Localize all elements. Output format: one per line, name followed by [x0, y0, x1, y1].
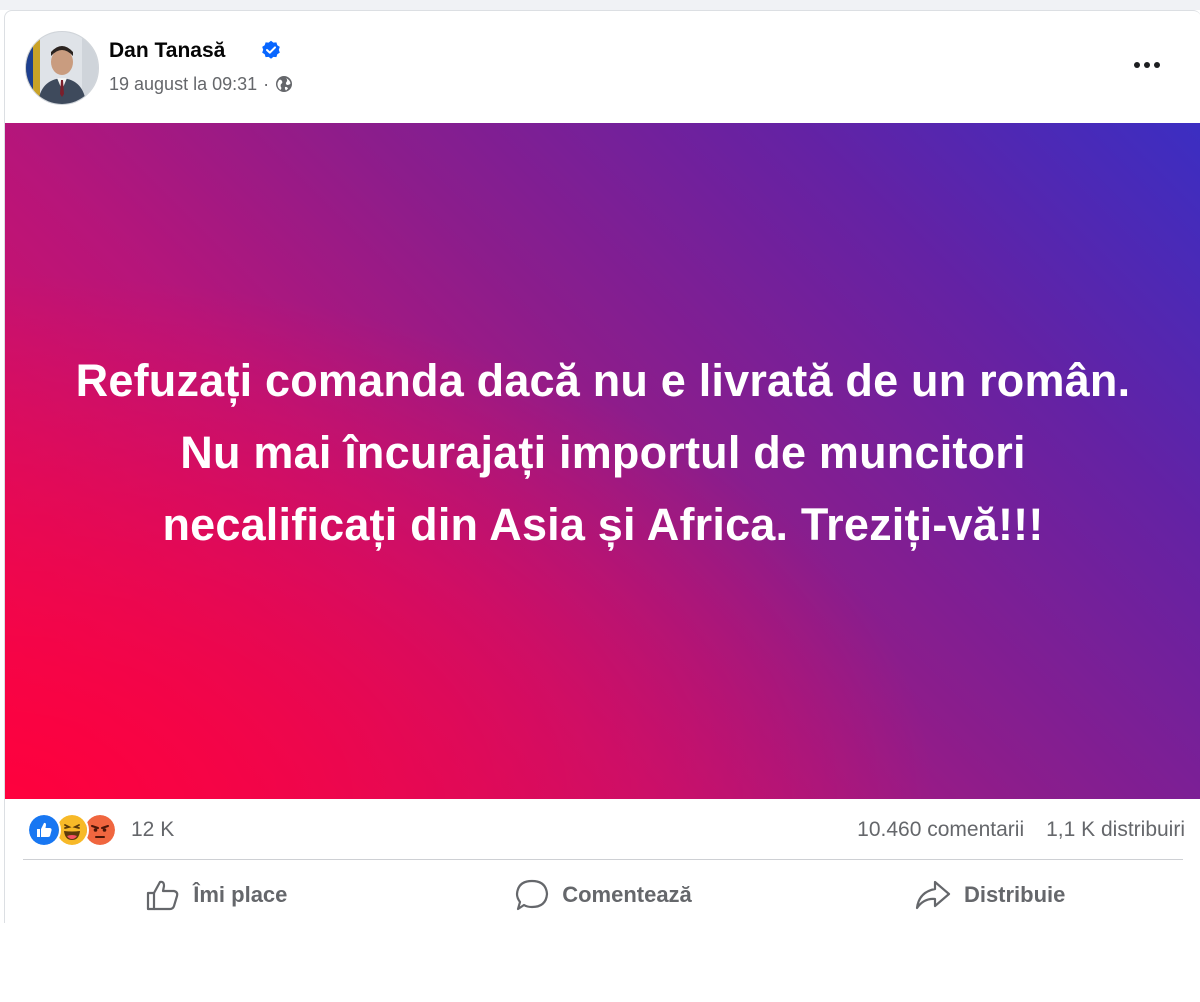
globe-icon[interactable] — [275, 75, 293, 93]
post-actions: Îmi place Comentează Distribuie — [23, 863, 1183, 927]
comments-count[interactable]: 10.460 comentarii — [857, 818, 1024, 842]
share-arrow-icon — [915, 880, 951, 910]
actions-divider — [23, 859, 1183, 860]
post-card: Dan Tanasă 19 august la 09:31 · Refuzați… — [4, 10, 1200, 923]
avatar-photo-icon — [26, 32, 98, 104]
timestamp-row: 19 august la 09:31 · — [109, 73, 293, 95]
reactions-summary[interactable]: 12 K — [27, 813, 174, 847]
more-options-icon — [1134, 62, 1160, 68]
thumbs-up-icon — [147, 880, 179, 911]
page: Dan Tanasă 19 august la 09:31 · Refuzați… — [0, 0, 1200, 1002]
comment-label: Comentează — [562, 882, 692, 907]
separator-dot: · — [263, 73, 270, 94]
comment-bubble-icon — [516, 879, 549, 911]
post-header: Dan Tanasă 19 august la 09:31 · — [5, 11, 1200, 123]
share-button[interactable]: Distribuie — [796, 863, 1183, 927]
share-label: Distribuie — [963, 882, 1066, 907]
comments-shares-summary: 10.460 comentarii 1,1 K distribuiri — [857, 818, 1185, 842]
author-avatar[interactable] — [25, 31, 99, 105]
author-name[interactable]: Dan Tanasă — [109, 38, 225, 64]
like-label: Îmi place — [193, 882, 288, 907]
top-strip — [0, 0, 1200, 10]
like-icon — [27, 813, 61, 847]
verified-badge-icon — [262, 40, 280, 59]
reaction-count[interactable]: 12 K — [131, 818, 174, 842]
post-timestamp[interactable]: 19 august la 09:31 — [109, 74, 257, 95]
like-button[interactable]: Îmi place — [23, 863, 410, 927]
post-text-banner[interactable]: Refuzați comanda dacă nu e livrată de un… — [5, 123, 1200, 799]
engagement-stats: 12 K 10.460 comentarii 1,1 K distribuiri — [5, 799, 1200, 861]
comment-button[interactable]: Comentează — [410, 863, 797, 927]
shares-count[interactable]: 1,1 K distribuiri — [1046, 818, 1185, 842]
banner-text: Refuzați comanda dacă nu e livrată de un… — [75, 355, 1131, 550]
more-options-button[interactable] — [1125, 47, 1169, 83]
